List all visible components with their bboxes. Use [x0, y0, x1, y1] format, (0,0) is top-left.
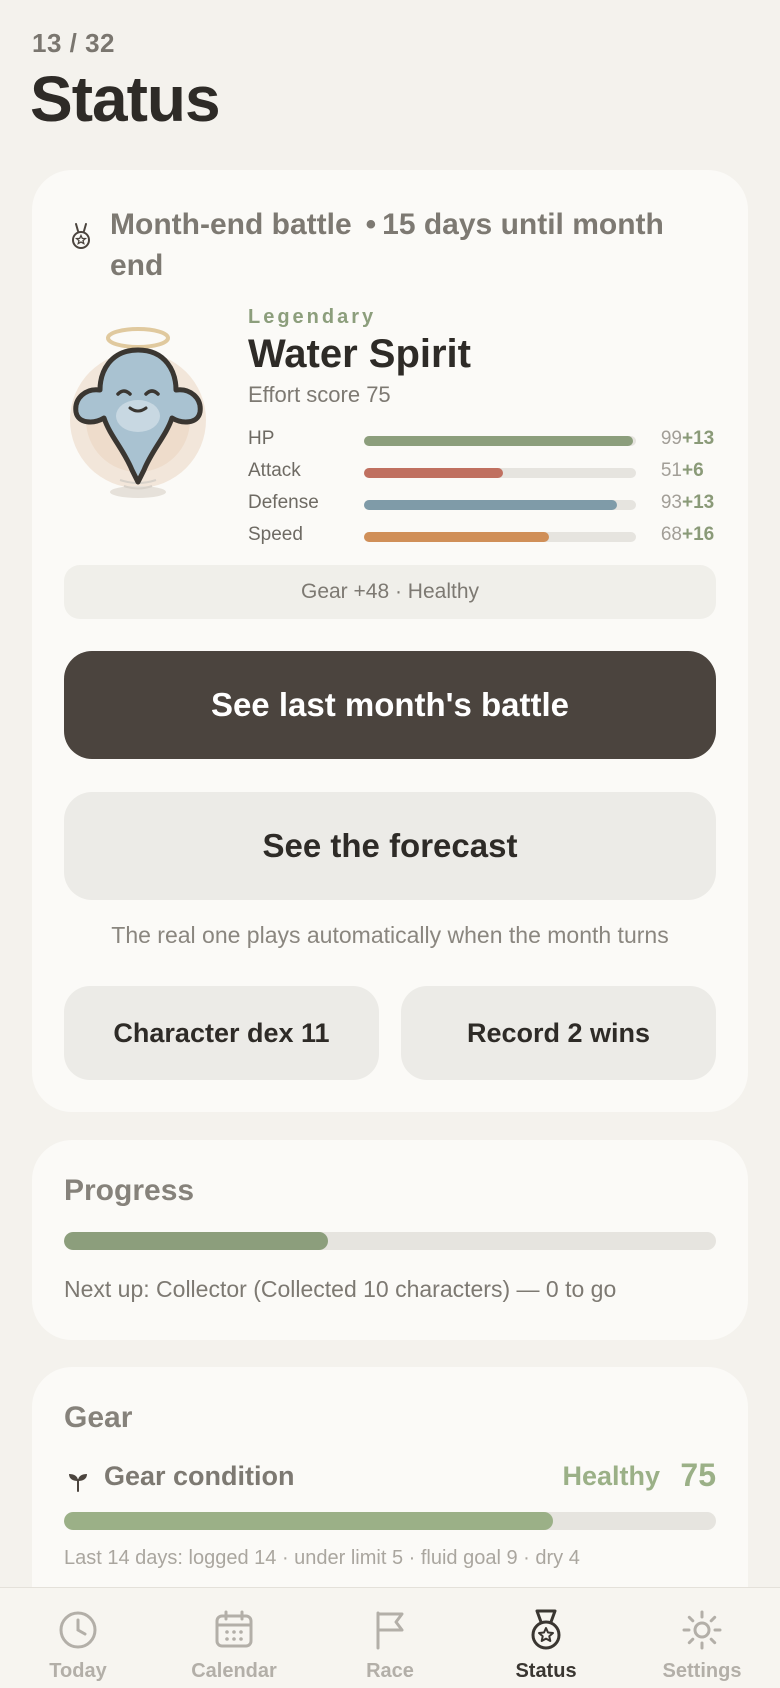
stat-bonus: +6: [682, 460, 704, 481]
stat-bar: [364, 468, 636, 478]
stat-label: Attack: [248, 460, 301, 481]
page-counter: 13 / 32: [32, 28, 116, 58]
stat-bar-fill: [364, 532, 549, 542]
tab-label: Settings: [662, 1660, 742, 1682]
stat-bonus: +13: [682, 492, 715, 513]
tab-settings[interactable]: Settings: [624, 1588, 780, 1688]
progress-bar-fill: [64, 1232, 329, 1250]
stat-value: 99: [660, 428, 682, 449]
progress-title: Progress: [64, 1174, 195, 1207]
next-achievement-text: Next up: Collector (Collected 10 charact…: [64, 1276, 617, 1302]
gear-summary: Last 14 days: logged 14 · under limit 5 …: [64, 1547, 580, 1569]
stat-bar: [364, 436, 636, 446]
separator-dot: •: [365, 208, 377, 241]
tab-status[interactable]: Status: [468, 1588, 624, 1688]
sprout-icon: [69, 1474, 87, 1492]
flag-icon: [376, 1611, 404, 1650]
tab-label: Race: [366, 1660, 414, 1682]
character-dex-button[interactable]: Character dex 11: [64, 986, 379, 1080]
gear-status-pill: Gear +48 · Healthy: [64, 565, 716, 619]
gear-icon: [682, 1610, 722, 1650]
see-forecast-button[interactable]: See the forecast: [64, 792, 716, 900]
stat-value: 68: [660, 524, 682, 545]
page-title: Status: [30, 63, 221, 135]
see-last-battle-button[interactable]: See last month's battle: [64, 651, 716, 759]
gear-condition-bar-fill: [64, 1512, 553, 1530]
stat-label: Defense: [248, 492, 319, 513]
stat-label: HP: [248, 428, 275, 449]
record-button[interactable]: Record 2 wins: [401, 986, 716, 1080]
medal-icon: [72, 223, 90, 249]
tab-calendar[interactable]: Calendar: [156, 1588, 312, 1688]
stat-row-defense: Defense 93 +13: [248, 488, 748, 520]
medal-icon: [531, 1609, 561, 1650]
tab-label: Today: [49, 1660, 107, 1682]
tab-race[interactable]: Race: [312, 1588, 468, 1688]
stat-bonus: +13: [682, 428, 715, 449]
stat-bar: [364, 500, 636, 510]
battle-header: Month-end battle • 15 days until month end: [70, 204, 710, 286]
gear-condition-score: 75: [680, 1457, 716, 1493]
clock-icon: [59, 1611, 97, 1649]
gear-condition-row: Gear condition Healthy 75: [64, 1457, 716, 1499]
gear-condition-bar: [64, 1512, 716, 1530]
bottom-tab-bar: Today Calendar Race Status Settings: [0, 1587, 780, 1688]
stat-bar-fill: [364, 500, 617, 510]
gear-condition-label: Gear condition: [104, 1461, 295, 1491]
stat-label: Speed: [248, 524, 303, 545]
stat-value: 51: [660, 460, 682, 481]
character-name: Water Spirit: [248, 332, 471, 376]
tab-today[interactable]: Today: [0, 1588, 156, 1688]
stat-row-hp: HP 99 +13: [248, 424, 748, 456]
tab-label: Calendar: [191, 1660, 277, 1682]
calendar-icon: [215, 1610, 253, 1648]
stat-bar-fill: [364, 436, 634, 446]
gear-title: Gear: [64, 1401, 133, 1434]
stat-value: 93: [660, 492, 682, 513]
battle-title: Month-end battle: [110, 208, 352, 241]
rarity-label: Legendary: [248, 306, 377, 328]
auto-play-note: The real one plays automatically when th…: [111, 922, 669, 948]
progress-bar: [64, 1232, 716, 1250]
water-spirit-character-image: [70, 327, 206, 498]
stat-bar: [364, 532, 636, 542]
stat-row-speed: Speed 68 +16: [248, 520, 748, 552]
stat-bonus: +16: [682, 524, 715, 545]
tab-label: Status: [515, 1660, 577, 1682]
battle-card: Month-end battle • 15 days until month end…: [32, 170, 748, 1112]
progress-card: Progress Next up: Collector (Collected 1…: [32, 1140, 748, 1340]
effort-score: Effort score 75: [248, 382, 391, 407]
stats-list: HP 99 +13 Attack 51 +6 Defense 93 +13 Sp…: [248, 424, 748, 552]
stat-bar-fill: [364, 468, 503, 478]
gear-condition-status: Healthy: [562, 1461, 660, 1491]
stat-row-attack: Attack 51 +6: [248, 456, 748, 488]
